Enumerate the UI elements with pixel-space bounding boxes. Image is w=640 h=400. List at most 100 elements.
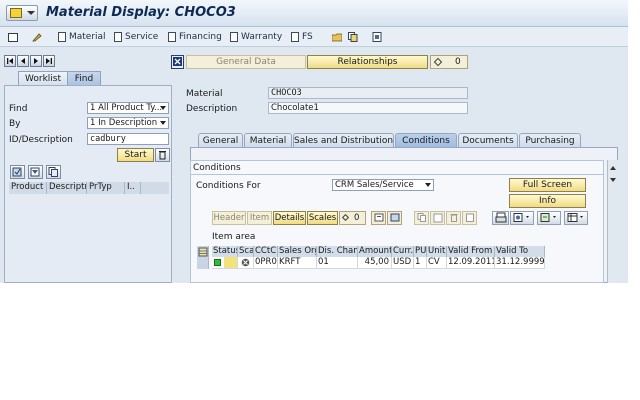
col-valid-to[interactable]: Valid To (495, 246, 545, 257)
print-button[interactable] (372, 30, 382, 44)
open-folder-button[interactable] (332, 30, 342, 44)
toolbar-warranty-button[interactable]: Warranty (230, 30, 282, 44)
scroll-up-icon (610, 166, 616, 170)
document-icon (114, 32, 122, 42)
cell-cctc[interactable]: 0PR0 (254, 257, 278, 269)
previous-record-button[interactable] (17, 55, 29, 67)
cell-currency[interactable]: USD (392, 257, 414, 269)
conditions-for-select[interactable]: CRM Sales/Service (332, 179, 434, 191)
export-menu-button[interactable] (537, 211, 561, 225)
full-screen-button[interactable]: Full Screen (509, 178, 586, 192)
last-record-button[interactable] (43, 55, 55, 67)
relationships-button[interactable]: Relationships (307, 55, 428, 69)
by-select[interactable]: 1 In Description (87, 117, 169, 129)
result-tool-button-2[interactable] (28, 165, 43, 179)
insert-row-button[interactable] (462, 211, 477, 225)
id-description-input[interactable]: cadbury (87, 133, 169, 145)
col-sales-org[interactable]: Sales Org (278, 246, 317, 257)
toolbar-service-button[interactable]: Service (114, 30, 158, 44)
col-distribution-channel[interactable]: Dis. Chan. (317, 246, 358, 257)
title-bar: Material Display: CHOCO3 (0, 0, 628, 27)
chevron-down-icon (425, 183, 431, 187)
cell-scale[interactable] (238, 257, 254, 269)
filter-icon (30, 167, 40, 177)
scales-count-button[interactable]: 0 (339, 211, 366, 225)
vertical-scrollbar[interactable] (607, 160, 618, 283)
item-button[interactable]: Item (247, 211, 272, 225)
trash-icon (450, 214, 457, 222)
column-description[interactable]: Descriptn (47, 182, 87, 194)
col-pu[interactable]: PU (414, 246, 427, 257)
delete-search-button[interactable] (155, 148, 170, 162)
trash-icon (159, 151, 166, 160)
scroll-down-icon (610, 178, 616, 182)
tab-documents[interactable]: Documents (458, 133, 518, 148)
close-panel-button[interactable] (171, 55, 184, 69)
next-record-button[interactable] (30, 55, 42, 67)
column-product-type[interactable]: PrTyp (87, 182, 125, 194)
delete-row-button[interactable] (446, 211, 461, 225)
status-green-icon (214, 259, 221, 266)
col-cctc[interactable]: CCtC (254, 246, 278, 257)
copy-icon (348, 32, 358, 42)
views-menu-button[interactable] (510, 211, 534, 225)
system-menu-button[interactable] (6, 5, 38, 21)
cell-distribution-channel[interactable]: 01 (317, 257, 358, 269)
cell-amount[interactable]: 45,00 (358, 257, 392, 269)
general-data-button[interactable]: General Data (186, 55, 306, 69)
column-product[interactable]: Product (9, 182, 47, 194)
display-toggle-button[interactable] (8, 30, 18, 44)
col-status[interactable]: Status (212, 246, 238, 257)
col-amount[interactable]: Amount (358, 246, 392, 257)
relationship-count-button[interactable]: 0 (430, 55, 468, 69)
info-button[interactable]: Info (509, 194, 586, 208)
tab-find[interactable]: Find (67, 71, 101, 86)
material-field[interactable]: CHOCO3 (268, 87, 468, 99)
copy-row-button[interactable] (414, 211, 429, 225)
tools-button[interactable] (32, 30, 42, 44)
cell-status[interactable] (212, 257, 238, 269)
col-currency[interactable]: Curr. (392, 246, 414, 257)
detail-view-button[interactable] (371, 211, 386, 225)
select-all-button[interactable] (387, 211, 402, 225)
toolbar-financing-button[interactable]: Financing (168, 30, 222, 44)
sap-window: Material Display: CHOCO3 Material Servic… (0, 0, 628, 283)
result-tool-button-1[interactable] (10, 165, 25, 179)
toolbar-material-button[interactable]: Material (58, 30, 106, 44)
find-select[interactable]: 1 All Product Ty... (87, 102, 169, 114)
tab-material[interactable]: Material (244, 133, 292, 148)
details-button[interactable]: Details (273, 211, 306, 225)
layout-menu-button[interactable] (564, 211, 588, 225)
group-divider (191, 174, 604, 175)
column-i[interactable]: I.. (125, 182, 141, 194)
system-menu-icon (10, 8, 22, 18)
start-button[interactable]: Start (117, 148, 154, 162)
scales-button[interactable]: Scales (307, 211, 338, 225)
cell-valid-from[interactable]: 12.09.2011 (447, 257, 495, 269)
col-unit[interactable]: Unit (427, 246, 447, 257)
tab-worklist[interactable]: Worklist (18, 71, 68, 86)
tab-sales-and-distribution[interactable]: Sales and Distribution (293, 133, 394, 148)
header-button[interactable]: Header (212, 211, 246, 225)
row-selector-column[interactable] (197, 246, 209, 269)
col-scale[interactable]: Sca (238, 246, 254, 257)
col-valid-from[interactable]: Valid From (447, 246, 495, 257)
first-record-button[interactable] (4, 55, 16, 67)
cell-sales-org[interactable]: KRFT (278, 257, 317, 269)
toolbar-fs-button[interactable]: FS (291, 30, 313, 44)
relationship-count: 0 (455, 57, 461, 67)
tab-purchasing[interactable]: Purchasing (519, 133, 581, 148)
description-label: Description (186, 104, 238, 114)
print-grid-button[interactable] (492, 211, 509, 225)
folder-icon (332, 33, 342, 42)
cell-unit[interactable]: CV (427, 257, 447, 269)
copy-button[interactable] (348, 30, 358, 44)
cell-valid-to[interactable]: 31.12.9999 (495, 257, 545, 269)
tab-conditions[interactable]: Conditions (395, 133, 457, 148)
paste-row-button[interactable] (430, 211, 445, 225)
tab-general[interactable]: General (198, 133, 243, 148)
result-tool-button-3[interactable] (46, 165, 61, 179)
description-field[interactable]: Chocolate1 (268, 102, 468, 114)
cell-pu[interactable]: 1 (414, 257, 427, 269)
conditions-for-value: CRM Sales/Service (335, 180, 414, 190)
